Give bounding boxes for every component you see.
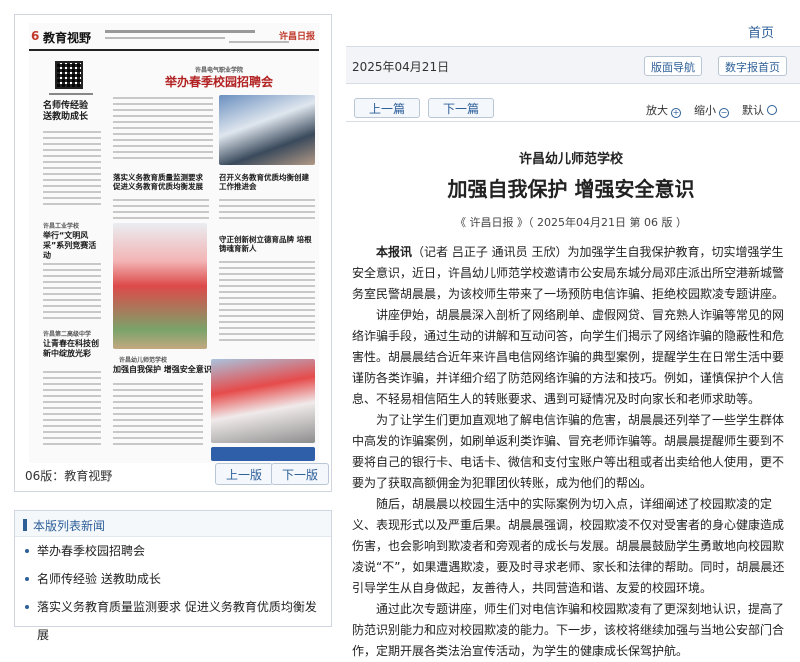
date-bar: 2025年04月21日 版面导航 数字报首页 — [346, 46, 800, 84]
mid-headline-2: 召开义务教育优质均衡创建工作推进会 — [219, 173, 309, 192]
home-link[interactable]: 首页 — [748, 22, 774, 41]
page-news-list: 本版列表新闻 举办春季校园招聘会 名师传经验 送教助成长 落实义务教育质量监测要… — [14, 510, 332, 642]
bullet-icon — [25, 577, 29, 581]
page-number: 6 — [31, 29, 40, 43]
next-page-button[interactable]: 下一版 — [271, 463, 330, 485]
newspaper-page-image[interactable]: 6 教育视野 许昌日报 名师传经验 送教助成长 许昌工业学校 举行“文明风采”系… — [29, 23, 319, 463]
page-nav-button[interactable]: 版面导航 — [644, 56, 702, 76]
side-headline-2: 举行“文明风采”系列竞赛活动 — [43, 231, 97, 260]
photo-flag-event — [113, 223, 207, 349]
page-caption: 06版：教育视野 — [25, 469, 113, 483]
side-headline-1: 名师传经验 送教助成长 — [43, 101, 89, 123]
zoom-in-control[interactable]: 放大 + — [646, 102, 681, 118]
zoom-in-label: 放大 — [646, 104, 668, 117]
mid-headline-1: 落实义务教育质量监测要求 促进义务教育优质均衡发展 — [113, 173, 203, 192]
list-item[interactable]: 举办春季校园招聘会 — [15, 537, 331, 565]
bullet-icon — [25, 549, 29, 553]
prev-article-button[interactable]: 上一篇 — [354, 98, 421, 118]
plus-icon: + — [671, 108, 681, 118]
main-headline: 举办春季校园招聘会 — [164, 75, 273, 89]
article-kicker: 许昌幼儿师范学校 — [518, 152, 623, 167]
paragraph: 通过此次专题讲座，师生们对电信诈骗和校园欺凌有了更深刻地认识，提高了防范识别能力… — [352, 602, 785, 658]
newspaper-masthead: 6 教育视野 许昌日报 — [29, 23, 319, 51]
article-content: 许昌幼儿师范学校 加强自我保护 增强安全意识 《 许昌日报 》（ 2025年04… — [352, 148, 790, 662]
article-body: 本报讯（记者 吕正子 通讯员 王欣）为加强学生自我保护教育，切实增强学生安全意识… — [352, 242, 790, 662]
paragraph-text: （记者 吕正子 通讯员 王欣）为加强学生自我保护教育，切实增强学生安全意识，近日… — [352, 245, 785, 301]
heading-bar-icon — [23, 519, 27, 531]
prev-page-button[interactable]: 上一版 — [215, 463, 274, 485]
main-kicker: 许昌电气职业学院 — [194, 67, 243, 74]
list-item[interactable]: 落实义务教育质量监测要求 促进义务教育优质均衡发展 — [15, 593, 331, 642]
bottom-headline: 加强自我保护 增强安全意识 — [113, 365, 212, 374]
paragraph: 本报讯（记者 吕正子 通讯员 王欣）为加强学生自我保护教育，切实增强学生安全意识… — [352, 242, 790, 305]
side-kicker-2: 许昌工业学校 — [43, 223, 80, 230]
qr-code-icon — [55, 61, 83, 89]
photo-job-fair — [219, 95, 315, 165]
default-size-control[interactable]: 默认 — [742, 102, 777, 118]
side-headline-3: 让青春在科技创新中绽放光彩 — [43, 339, 99, 358]
list-item-link[interactable]: 落实义务教育质量监测要求 促进义务教育优质均衡发展 — [37, 600, 317, 642]
side-kicker-3: 许昌第二高级中学 — [43, 331, 92, 338]
digital-home-button[interactable]: 数字报首页 — [718, 56, 787, 76]
default-label: 默认 — [742, 104, 764, 117]
list-item-link[interactable]: 举办春季校园招聘会 — [37, 544, 145, 558]
minus-icon: − — [719, 108, 729, 118]
bullet-icon — [25, 605, 29, 609]
circle-icon — [767, 105, 777, 115]
issue-date: 2025年04月21日 — [352, 60, 450, 74]
ad-banner — [211, 447, 315, 461]
bottom-kicker: 许昌幼儿师范学校 — [119, 357, 168, 364]
zoom-out-label: 缩小 — [694, 104, 716, 117]
list-item[interactable]: 名师传经验 送教助成长 — [15, 565, 331, 593]
photo-safety-march — [211, 359, 315, 443]
article-toolbar: 上一篇 下一篇 放大 + 缩小 − 默认 — [346, 96, 800, 122]
article-source: 《 许昌日报 》（ 2025年04月21日 第 06 版 ） — [455, 216, 687, 229]
zoom-out-control[interactable]: 缩小 − — [694, 102, 729, 118]
list-heading-text: 本版列表新闻 — [33, 519, 106, 533]
lead-tag: 本报讯 — [376, 245, 413, 259]
paragraph: 随后，胡晨晨以校园生活中的实际案例为切入点，详细阐述了校园欺凌的定义、表现形式以… — [352, 497, 785, 595]
newspaper-logo: 许昌日报 — [278, 32, 315, 42]
next-article-button[interactable]: 下一篇 — [428, 98, 495, 118]
page-thumbnail-frame: 6 教育视野 许昌日报 名师传经验 送教助成长 许昌工业学校 举行“文明风采”系… — [14, 14, 332, 492]
paragraph: 为了让学生们更加直观地了解电信诈骗的危害，胡晨晨还列举了一些学生群体中高发的诈骗… — [352, 413, 785, 490]
section-name: 教育视野 — [43, 31, 92, 45]
mid-headline-3: 守正创新树立德育品牌 培根铸魂育新人 — [219, 235, 312, 254]
list-item-link[interactable]: 名师传经验 送教助成长 — [37, 572, 161, 586]
article-title: 加强自我保护 增强安全意识 — [447, 177, 695, 201]
list-heading: 本版列表新闻 — [15, 511, 331, 537]
paragraph: 讲座伊始，胡晨晨深入剖析了网络刷单、虚假网贷、冒充熟人诈骗等常见的网络诈骗手段，… — [352, 308, 785, 406]
